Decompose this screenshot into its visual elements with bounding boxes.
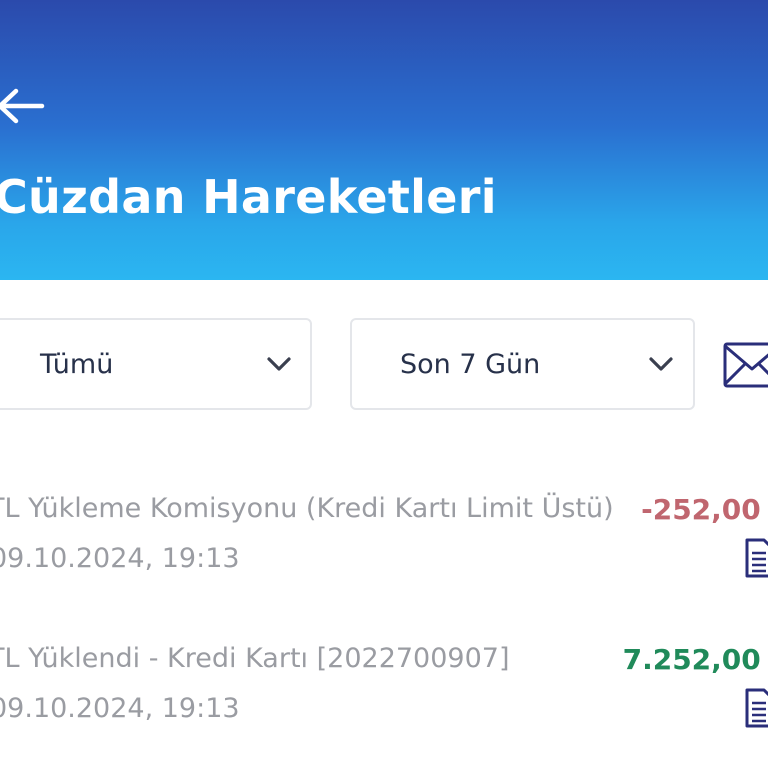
receipt-icon[interactable] xyxy=(744,537,768,579)
transaction-date: 09.10.2024, 19:13 xyxy=(0,693,240,724)
transaction-row[interactable]: TL Yükleme Komisyonu (Kredi Kartı Limit … xyxy=(0,485,768,615)
email-statement-button[interactable] xyxy=(722,340,768,390)
transaction-amount: 7.252,00 ₺ xyxy=(622,643,768,676)
transaction-date: 09.10.2024, 19:13 xyxy=(0,543,240,574)
date-range-selected: Son 7 Gün xyxy=(400,349,541,380)
date-range-dropdown[interactable]: Son 7 Gün xyxy=(350,318,695,410)
envelope-icon xyxy=(723,342,768,388)
arrow-left-icon xyxy=(0,88,45,124)
transaction-row[interactable]: TL Yüklendi - Kredi Kartı [2022700907] 0… xyxy=(0,635,768,765)
page-title: Cüzdan Hareketleri xyxy=(0,170,497,224)
transaction-description: TL Yükleme Komisyonu (Kredi Kartı Limit … xyxy=(0,493,614,524)
transaction-type-dropdown[interactable]: Tümü xyxy=(0,318,312,410)
transaction-type-selected: Tümü xyxy=(40,349,114,380)
back-button[interactable] xyxy=(0,82,50,130)
chevron-down-icon xyxy=(649,357,673,371)
receipt-icon[interactable] xyxy=(744,687,768,729)
transaction-description: TL Yüklendi - Kredi Kartı [2022700907] xyxy=(0,643,510,674)
wallet-transactions-screen: Cüzdan Hareketleri Tümü Son 7 Gün TL Yük… xyxy=(0,0,768,768)
chevron-down-icon xyxy=(267,357,291,371)
transaction-amount: -252,00 ₺ xyxy=(641,493,768,526)
app-header: Cüzdan Hareketleri xyxy=(0,0,768,280)
